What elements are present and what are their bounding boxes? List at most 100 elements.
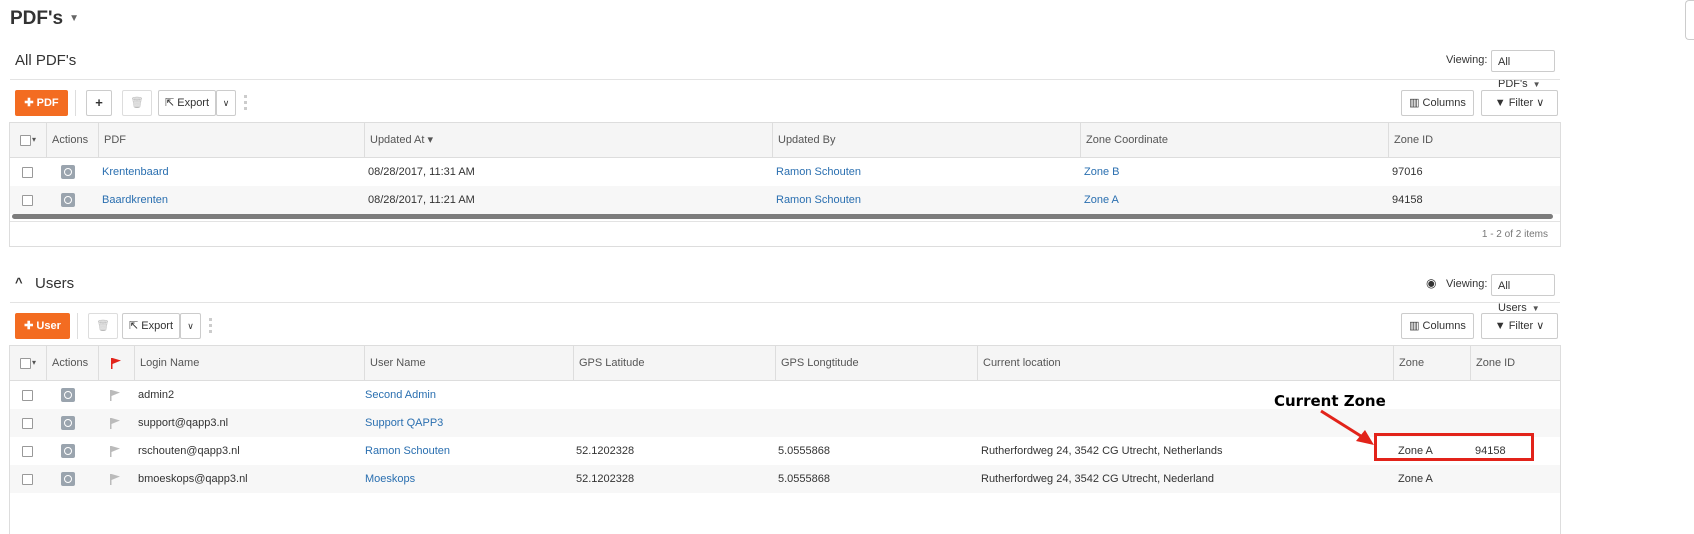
filter-button[interactable]: ▼ Filter ∨ [1481,313,1558,339]
flag-icon[interactable] [110,474,120,485]
column-header[interactable]: Zone [1393,346,1470,380]
row-checkbox[interactable] [22,474,33,485]
pager-info: 1 - 2 of 2 items [1481,229,1548,240]
column-header[interactable]: User Name [364,346,573,380]
flag-icon[interactable] [110,418,120,429]
horizontal-scrollbar[interactable] [12,214,1553,219]
flag-icon [111,358,121,369]
plus-button[interactable]: + [86,90,112,116]
plus-icon: ✚ [24,320,37,332]
caret-down-icon: ▾ [32,358,37,367]
row-checkbox[interactable] [22,167,33,178]
column-header[interactable]: Actions [46,346,98,380]
zone-coordinate-link[interactable]: Zone B [1084,158,1119,186]
table-row[interactable]: Krentenbaard 08/28/2017, 11:31 AM Ramon … [10,158,1560,186]
drag-handle-icon[interactable] [209,318,212,336]
column-header[interactable]: GPS Longtitude [775,346,977,380]
columns-label: Columns [1422,320,1466,332]
user-name-link[interactable]: Ramon Schouten [365,437,450,465]
table-row[interactable]: bmoeskops@qapp3.nl Moeskops 52.1202328 5… [10,465,1560,493]
collapse-chevron-icon[interactable]: ^ [15,275,23,290]
delete-button[interactable]: 🗑 [88,313,118,339]
columns-button[interactable]: ▥ Columns [1401,313,1474,339]
select-all-checkbox[interactable] [20,358,31,369]
pdf-section-title: All PDF's [15,52,77,69]
export-label: Export [141,320,174,332]
chevron-down-icon[interactable]: ▼ [69,13,79,24]
chevron-down-icon: ∨ [1533,97,1545,109]
zone-id: 94158 [1392,194,1423,206]
column-header[interactable]: Zone Coordinate [1080,123,1388,157]
trash-icon: 🗑 [130,97,144,109]
row-checkbox[interactable] [22,390,33,401]
column-header[interactable]: Zone ID [1470,346,1556,380]
plus-icon: ✚ [24,97,37,109]
export-dropdown-button[interactable]: ∨ [180,313,201,339]
select-all-header[interactable]: ▾ [10,123,46,157]
flag-icon[interactable] [110,446,120,457]
row-actions-icon[interactable] [61,472,75,486]
row-actions-icon[interactable] [61,165,75,179]
column-header[interactable]: Current location [977,346,1393,380]
row-checkbox[interactable] [22,418,33,429]
pdf-viewing-value: All PDF's [1498,56,1528,90]
filter-button[interactable]: ▼ Filter ∨ [1481,90,1558,116]
users-viewing-select[interactable]: All Users ▼ [1491,274,1555,314]
row-checkbox[interactable] [22,446,33,457]
pdf-name-link[interactable]: Krentenbaard [102,158,169,186]
updated-by-link[interactable]: Ramon Schouten [776,186,861,214]
column-header[interactable]: Zone ID [1388,123,1556,157]
page-title-text: PDF's [10,8,64,29]
grid-header: ▾ Actions Login Name User Name GPS Latit… [10,346,1560,381]
user-name-link[interactable]: Moeskops [365,465,415,493]
table-row[interactable]: Baardkrenten 08/28/2017, 11:21 AM Ramon … [10,186,1560,214]
export-button[interactable]: ⇱ Export [122,313,180,339]
flag-icon[interactable] [110,390,120,401]
side-panel-handle[interactable] [1685,0,1694,40]
user-name-link[interactable]: Second Admin [365,381,436,409]
zone-coordinate-link[interactable]: Zone A [1084,186,1119,214]
login-name: support@qapp3.nl [138,417,229,429]
columns-label: Columns [1422,97,1466,109]
zone: Zone A [1398,473,1433,485]
select-all-checkbox[interactable] [20,135,31,146]
pdf-viewing-select[interactable]: All PDF's ▼ [1491,50,1555,90]
users-section-title: Users [35,275,75,292]
add-pdf-button[interactable]: ✚ PDF [15,90,68,116]
filter-label: Filter [1508,97,1534,109]
row-checkbox[interactable] [22,195,33,206]
add-pdf-label: PDF [36,97,59,109]
drag-handle-icon[interactable] [244,95,247,113]
column-header[interactable]: Login Name [134,346,364,380]
plus-icon: + [95,95,103,110]
row-actions-icon[interactable] [61,416,75,430]
column-header[interactable]: Updated At ▾ [364,123,772,157]
user-name-link[interactable]: Support QAPP3 [365,409,443,437]
row-actions-icon[interactable] [61,388,75,402]
current-location: Rutherfordweg 24, 3542 CG Utrecht, Nethe… [981,445,1223,457]
pdf-name-link[interactable]: Baardkrenten [102,186,168,214]
row-actions-icon[interactable] [61,444,75,458]
login-name: admin2 [138,389,175,401]
select-all-header[interactable]: ▾ [10,346,46,380]
delete-button[interactable]: 🗑 [122,90,152,116]
chevron-down-icon: ∨ [222,98,230,108]
updated-by-link[interactable]: Ramon Schouten [776,158,861,186]
divider [10,221,1560,222]
columns-icon: ▥ [1409,97,1423,109]
export-button[interactable]: ⇱ Export [158,90,216,116]
column-header[interactable]: PDF [98,123,364,157]
column-header[interactable]: GPS Latitude [573,346,775,380]
trash-icon: 🗑 [96,320,110,332]
column-header[interactable]: Actions [46,123,98,157]
row-actions-icon[interactable] [61,193,75,207]
pdf-grid: ▾ Actions PDF Updated At ▾ Updated By Zo… [9,122,1561,247]
page-title[interactable]: PDF's ▼ [10,8,79,30]
columns-button[interactable]: ▥ Columns [1401,90,1474,116]
export-dropdown-button[interactable]: ∨ [216,90,236,116]
flag-column-header[interactable] [98,346,134,380]
filter-icon: ▼ [1494,97,1509,109]
add-user-button[interactable]: ✚ User [15,313,70,339]
gps-latitude: 52.1202328 [576,445,635,457]
column-header[interactable]: Updated By [772,123,1080,157]
